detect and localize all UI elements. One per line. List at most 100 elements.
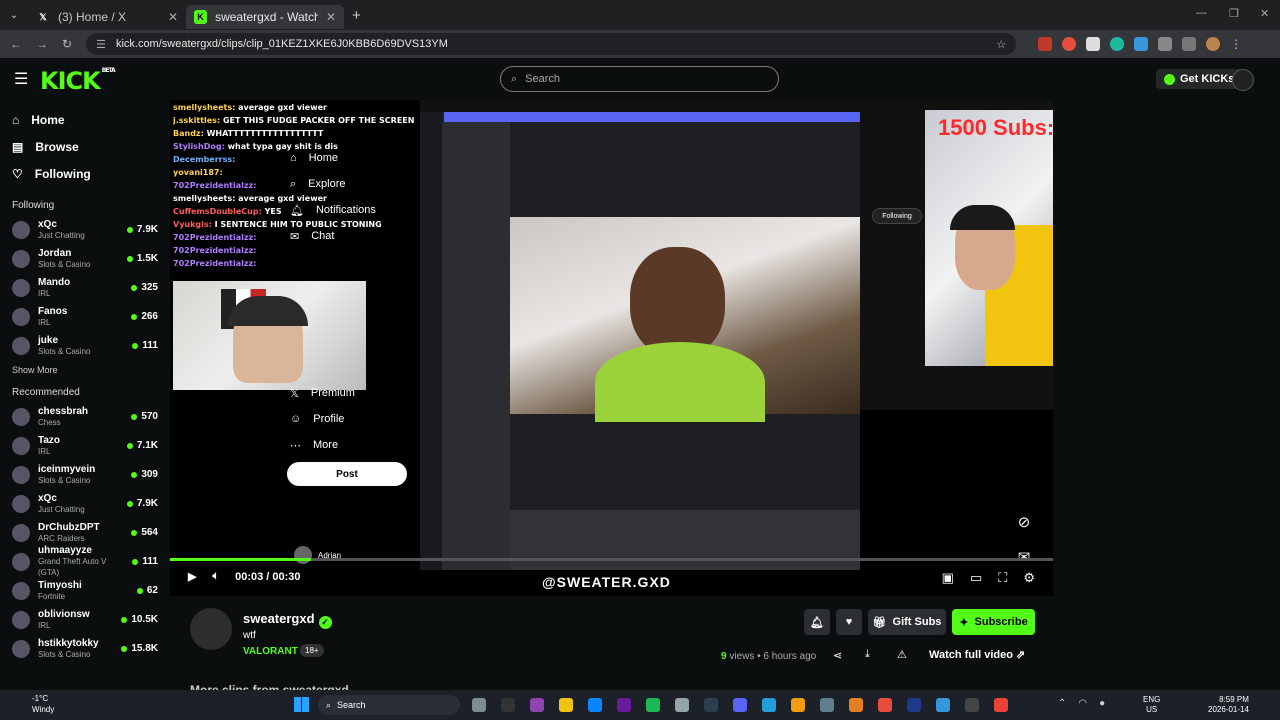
sidebar-channel[interactable]: hstikkytokky Slots & Casino 15.8K (0, 634, 170, 663)
close-tab-icon[interactable]: ✕ (326, 10, 336, 24)
sidebar-channel[interactable]: Timyoshi Fortnite 62 (0, 576, 170, 605)
app-icon[interactable] (704, 698, 718, 712)
user-avatar[interactable] (1232, 69, 1254, 91)
terminal-icon[interactable] (501, 698, 515, 712)
language-indicator[interactable]: ENG US (1143, 695, 1160, 715)
sidebar-channel[interactable]: Fanos IRL 266 (0, 302, 170, 331)
sidebar-channel[interactable]: juke Slots & Casino 111 (0, 331, 170, 360)
viewer-count-text: 1.5K (136, 253, 158, 264)
reading-list-icon[interactable] (1182, 37, 1197, 51)
forward-icon[interactable]: → (36, 37, 48, 51)
obs-icon[interactable] (965, 698, 979, 712)
sidebar-channel[interactable]: oblivionsw IRL 10.5K (0, 605, 170, 634)
copilot-icon[interactable] (530, 698, 544, 712)
sidebar-channel[interactable]: uhmaayyze Grand Theft Auto V (GTA) 111 (0, 545, 170, 577)
extension-icon[interactable] (1110, 37, 1125, 51)
edge-icon[interactable] (588, 698, 602, 712)
sidebar-channel[interactable]: xQc Just Chatting 7.9K (0, 215, 170, 244)
hamburger-menu-icon[interactable]: ☰ (14, 69, 28, 89)
taskbar-search[interactable]: ⌕ Search (318, 695, 460, 715)
settings-gear-icon[interactable]: ⚙ (1023, 570, 1035, 586)
menu-kebab-icon[interactable]: ⋮ (1230, 37, 1242, 51)
external-link-icon: ⇗ (1016, 649, 1026, 661)
network-icon[interactable]: ◠ (1078, 698, 1087, 709)
channel-avatar[interactable] (190, 608, 232, 650)
vlc-icon[interactable] (849, 698, 863, 712)
sidebar-channel[interactable]: iceinmyvein Slots & Casino 309 (0, 460, 170, 489)
star-icon: ✦ (959, 616, 969, 629)
channel-name[interactable]: sweatergxd ✓ (243, 611, 332, 629)
puzzle-icon[interactable] (1158, 37, 1173, 51)
sidebar-channel[interactable]: chessbrah Chess 570 (0, 402, 170, 431)
report-icon[interactable]: ⚠ (897, 648, 907, 661)
watch-full-video-link[interactable]: Watch full video ⇗ (929, 648, 1025, 661)
task-view-icon[interactable] (472, 698, 486, 712)
theater-mode-icon[interactable]: ▭ (970, 570, 982, 586)
notification-bell-button[interactable]: 🔔︎ (804, 609, 830, 635)
app-icon[interactable] (791, 698, 805, 712)
extension-icon[interactable] (1038, 37, 1053, 51)
extension-icon[interactable] (1134, 37, 1149, 51)
category-link[interactable]: VALORANT (243, 646, 298, 657)
fullscreen-icon[interactable]: ⛶ (998, 570, 1007, 586)
minimize-icon[interactable]: — (1196, 7, 1207, 19)
discord-icon[interactable] (733, 698, 747, 712)
video-player[interactable]: smellysheets: average gxd viewer j.sskitt… (170, 100, 1053, 596)
tab-x-home[interactable]: 𝕏 (3) Home / X ✕ (28, 5, 186, 29)
search-input[interactable]: ⌕ Search (500, 66, 779, 92)
tab-list-chevron-icon[interactable]: ⌄ (0, 10, 28, 21)
sidebar-nav-browse[interactable]: ▤ Browse (0, 133, 170, 160)
chrome-icon[interactable] (994, 698, 1008, 712)
gift-subs-button[interactable]: 🎁︎ Gift Subs (868, 609, 946, 635)
clock[interactable]: 8:59 PM 2026-01-14 (1208, 695, 1249, 715)
sidebar-channel[interactable]: DrChubzDPT ARC Raiders 564 (0, 518, 170, 547)
get-kicks-button[interactable]: Get KICKs (1156, 69, 1243, 89)
show-more-link[interactable]: Show More (0, 360, 170, 380)
follow-heart-button[interactable]: ♥ (836, 609, 862, 635)
windows-start-icon[interactable] (294, 697, 309, 712)
new-tab-icon[interactable]: + (352, 7, 361, 24)
volume-icon[interactable]: 🔈︎ (212, 570, 219, 583)
channel-avatar (12, 249, 30, 268)
extension-icon[interactable] (1086, 37, 1101, 51)
chat-user: smellysheets: (173, 103, 236, 112)
calculator-icon[interactable] (820, 698, 834, 712)
app-icon[interactable] (617, 698, 631, 712)
sidebar-nav-following[interactable]: ♡ Following (0, 160, 170, 187)
play-icon[interactable]: ▶ (188, 570, 196, 583)
progress-bar[interactable] (170, 558, 1053, 561)
bookmark-star-icon[interactable]: ☆ (996, 38, 1006, 51)
file-explorer-icon[interactable] (559, 698, 573, 712)
weather-widget[interactable]: -1°C Windy (18, 693, 54, 715)
close-tab-icon[interactable]: ✕ (168, 10, 178, 24)
download-icon[interactable]: ⤓ (865, 648, 870, 661)
site-info-icon[interactable]: ☰ (96, 38, 106, 51)
reload-icon[interactable]: ↻ (62, 37, 72, 51)
sidebar-channel[interactable]: Jordan Slots & Casino 1.5K (0, 244, 170, 273)
sidebar-nav-home[interactable]: ⌂ Home (0, 106, 170, 133)
tab-kick-clip[interactable]: K sweatergxd - Watch clips on Ki ✕ (186, 5, 344, 29)
settings-icon[interactable] (675, 698, 689, 712)
channel-name: uhmaayyze (38, 545, 92, 556)
spotify-icon[interactable] (646, 698, 660, 712)
pip-icon[interactable]: ▣ (942, 570, 954, 586)
sidebar-channel[interactable]: Tazo IRL 7.1K (0, 431, 170, 460)
app-icon[interactable] (878, 698, 892, 712)
maximize-icon[interactable]: ❐ (1229, 7, 1239, 20)
clip-link-icon[interactable]: ⊘ (1013, 513, 1035, 535)
sidebar-channel[interactable]: xQc Just Chatting 7.9K (0, 489, 170, 518)
premiere-icon[interactable] (907, 698, 921, 712)
mic-icon[interactable]: ● (1099, 698, 1105, 709)
notepad-icon[interactable] (936, 698, 950, 712)
subscribe-button[interactable]: ✦ Subscribe (952, 609, 1035, 635)
url-field[interactable]: ☰ kick.com/sweatergxd/clips/clip_01KEZ1X… (86, 33, 1017, 55)
telegram-icon[interactable] (762, 698, 776, 712)
kick-logo[interactable]: KICK BETA (40, 67, 116, 95)
back-icon[interactable]: ← (10, 37, 22, 51)
sidebar-channel[interactable]: Mando IRL 325 (0, 273, 170, 302)
tray-chevron-icon[interactable]: ⌃ (1058, 698, 1066, 709)
close-window-icon[interactable]: ✕ (1260, 7, 1269, 20)
extension-icon[interactable] (1062, 37, 1077, 51)
profile-avatar[interactable] (1206, 37, 1221, 51)
share-icon[interactable]: ⋖ (833, 649, 842, 662)
